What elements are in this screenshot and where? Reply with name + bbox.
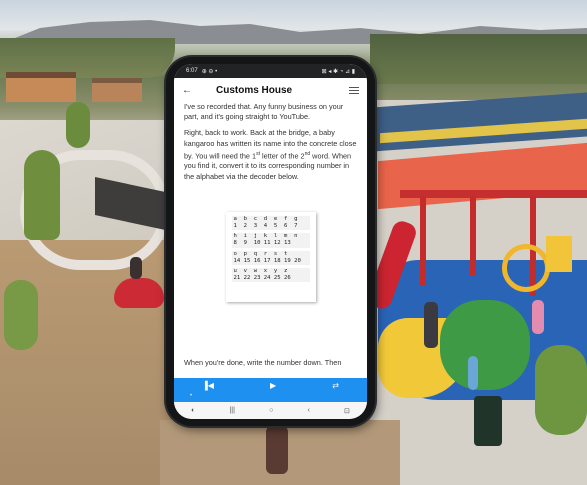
phone-screen: 6:07 ⊕ ⊖ • ⊠ ◂ ✱ ◔ ⊿ ▮ ← Customs House I…: [174, 64, 367, 419]
decoder-letters: h i j k l m n: [233, 233, 298, 240]
hamburger-menu-icon[interactable]: [349, 86, 359, 94]
decoder-row: h i j k l m n 8 9 10 11 12 13: [231, 233, 310, 248]
tree: [4, 280, 38, 350]
paragraph-3: When you're done, write the number down.…: [184, 358, 342, 367]
paragraph-2-part-b: letter of the 2: [259, 151, 305, 161]
decoder-numbers: 1 2 3 4 5 6 7: [233, 223, 298, 230]
assistant-icon[interactable]: ◐: [191, 407, 195, 414]
home-icon[interactable]: ○: [269, 407, 273, 414]
trash-can: [474, 396, 502, 446]
child-figure: [468, 356, 478, 390]
article-content[interactable]: I've so recorded that. Any funny busines…: [174, 102, 367, 378]
trees-right: [370, 34, 587, 84]
play-icon[interactable]: ▶: [270, 381, 276, 390]
paragraph-1: I've so recorded that. Any funny busines…: [184, 102, 344, 122]
decoder-numbers: 8 9 10 11 12 13: [233, 240, 291, 247]
system-icons: ⊠ ◂ ✱ ◔ ⊿ ▮: [321, 68, 355, 75]
decoder-numbers: 14 15 16 17 18 19 20: [233, 257, 301, 264]
play-panel: [546, 236, 572, 272]
house: [6, 72, 76, 102]
app-bar: ← Customs House: [174, 78, 367, 102]
alphabet-decoder-image: a b c d e f g 1 2 3 4 5 6 7 h i j k l m …: [225, 211, 316, 302]
red-spinner-toy: [114, 278, 164, 308]
phone-device: 6:07 ⊕ ⊖ • ⊠ ◂ ✱ ◔ ⊿ ▮ ← Customs House I…: [166, 57, 375, 426]
decoder-letters: u v w x y z: [233, 268, 288, 275]
dirt-area: [0, 240, 175, 485]
status-left: 6:07 ⊕ ⊖ •: [186, 68, 217, 75]
status-time: 6:07: [186, 68, 198, 74]
decoder-row: u v w x y z 21 22 23 24 25 26: [231, 268, 310, 283]
decoder-letters: o p q r s t: [233, 250, 288, 257]
child-figure: [424, 302, 438, 348]
page-title: Customs House: [216, 84, 293, 96]
back-arrow-icon[interactable]: ←: [182, 85, 198, 96]
status-bar: 6:07 ⊕ ⊖ • ⊠ ◂ ✱ ◔ ⊿ ▮: [174, 64, 367, 78]
decoder-row: o p q r s t 14 15 16 17 18 19 20: [231, 250, 310, 266]
decoder-row: a b c d e f g 1 2 3 4 5 6 7: [231, 215, 310, 231]
tree: [535, 345, 587, 435]
walking-person: [266, 426, 288, 474]
play-post: [420, 196, 426, 286]
accessibility-icon[interactable]: ⊡: [344, 407, 350, 415]
child-figure: [532, 300, 544, 334]
play-post: [470, 196, 476, 276]
player-controls: ▐◀ ▶ ⇄: [174, 381, 367, 390]
recents-icon[interactable]: |||: [229, 407, 234, 414]
system-nav-bar: ◐ ||| ○ ‹ ⊡: [174, 402, 367, 419]
notification-icons: ⊕ ⊖ •: [201, 68, 218, 75]
back-icon[interactable]: ‹: [307, 407, 309, 414]
paragraph-2: Right, back to work. Back at the bridge,…: [184, 128, 357, 181]
status-right: ⊠ ◂ ✱ ◔ ⊿ ▮: [322, 68, 355, 75]
child-figure: [130, 257, 142, 279]
decoder-numbers: 21 22 23 24 25 26: [233, 275, 291, 282]
climbing-ring: [502, 244, 550, 292]
skip-back-icon[interactable]: ▐◀: [202, 381, 214, 390]
tree: [24, 150, 60, 240]
audio-player-bar: ▐◀ ▶ ⇄ •: [174, 378, 367, 402]
decoder-letters: a b c d e f g: [233, 215, 298, 222]
player-indicator: •: [190, 393, 193, 399]
repeat-icon[interactable]: ⇄: [332, 381, 339, 390]
tree: [66, 102, 90, 148]
house: [92, 78, 142, 102]
green-rubber-floor: [440, 300, 530, 390]
